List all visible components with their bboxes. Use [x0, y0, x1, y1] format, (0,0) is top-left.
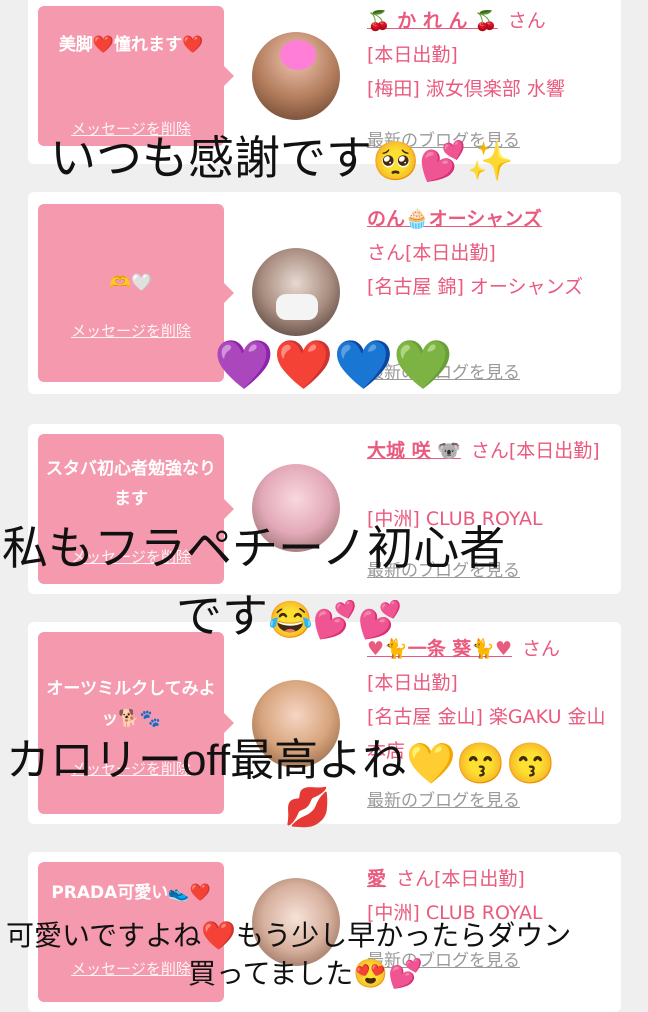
overlay-text: です — [176, 590, 268, 642]
avatar[interactable] — [252, 32, 340, 120]
shop-name: [名古屋 錦] オーシャンズ — [367, 276, 584, 298]
honorific-status: さん[本日出勤] — [367, 242, 496, 264]
work-status: [本日出勤] — [367, 44, 458, 66]
cast-name-link[interactable]: 大城 咲 🐨 — [367, 440, 461, 462]
overlay-text: いつも感謝です — [50, 132, 372, 184]
overlay-caption: 買ってました😍💕 — [188, 952, 423, 992]
message-text: PRADA可愛い👟❤️ — [51, 883, 211, 903]
honorific-status: さん[本日出勤] — [470, 440, 600, 462]
overlay-emoji-row: 💜❤️💙💚 — [214, 336, 453, 393]
emoji-group: 😂💕💕 — [268, 598, 403, 640]
overlay-caption: いつも感謝です🥺💕✨ — [50, 122, 514, 188]
honorific-status: さん[本日出勤] — [396, 868, 525, 890]
overlay-caption: 可愛いですよね❤️もう少し早かったらダウン — [6, 914, 571, 954]
overlay-text: もう少し早かったらダウン — [236, 920, 572, 951]
overlay-caption: カロリーoff最高よね💛😙😙 — [6, 724, 556, 788]
cast-name-link[interactable]: のん🧁オーシャンズ — [367, 202, 607, 236]
overlay-caption: 私もフラペチーノ初心者 — [2, 512, 505, 578]
delete-message-link[interactable]: メッセージを削除 — [38, 320, 224, 341]
heart-emoji: ❤️ — [201, 920, 237, 951]
message-text: 🫶🤍 — [109, 273, 153, 293]
avatar-face-blur — [280, 40, 316, 70]
honorific: さん — [507, 10, 546, 32]
cast-name-link[interactable]: 愛 — [367, 868, 386, 890]
emoji-group: 🥺💕✨ — [372, 140, 514, 183]
hearts-emoji: 💜❤️💙💚 — [214, 339, 454, 392]
lips-emoji: 💋 — [284, 786, 331, 830]
message-text: スタバ初心者勉強なります — [46, 459, 216, 509]
overlay-text: 私もフラペチーノ初心者 — [2, 522, 506, 574]
avatar[interactable] — [252, 248, 340, 336]
avatar-mask — [276, 294, 318, 320]
overlay-text: 買ってました — [188, 958, 354, 989]
message-text: 美脚❤️憧れます❤️ — [58, 35, 204, 55]
honorific: さん — [522, 638, 561, 660]
lips-icon: 💋 — [284, 787, 332, 829]
cast-info: 🍒 か れ ん 🍒 さん [本日出勤] [梅田] 淑女倶楽部 水響 — [367, 4, 607, 106]
cast-info: のん🧁オーシャンズ さん[本日出勤] [名古屋 錦] オーシャンズ — [367, 202, 607, 304]
overlay-text: 可愛いですよね — [6, 920, 202, 951]
overlay-caption: です😂💕💕 — [176, 580, 402, 646]
emoji-group: 😍💕 — [353, 958, 423, 989]
message-bubble: 🫶🤍 メッセージを削除 — [38, 204, 234, 382]
work-status: [本日出勤] — [367, 672, 458, 694]
overlay-text: カロリーoff最高よね — [6, 736, 407, 785]
blog-link[interactable]: 最新のブログを見る — [367, 786, 520, 811]
emoji-group: 💛😙😙 — [406, 741, 556, 786]
cast-name-link[interactable]: 🍒 か れ ん 🍒 — [367, 10, 498, 32]
shop-name: [梅田] 淑女倶楽部 水響 — [367, 78, 565, 100]
